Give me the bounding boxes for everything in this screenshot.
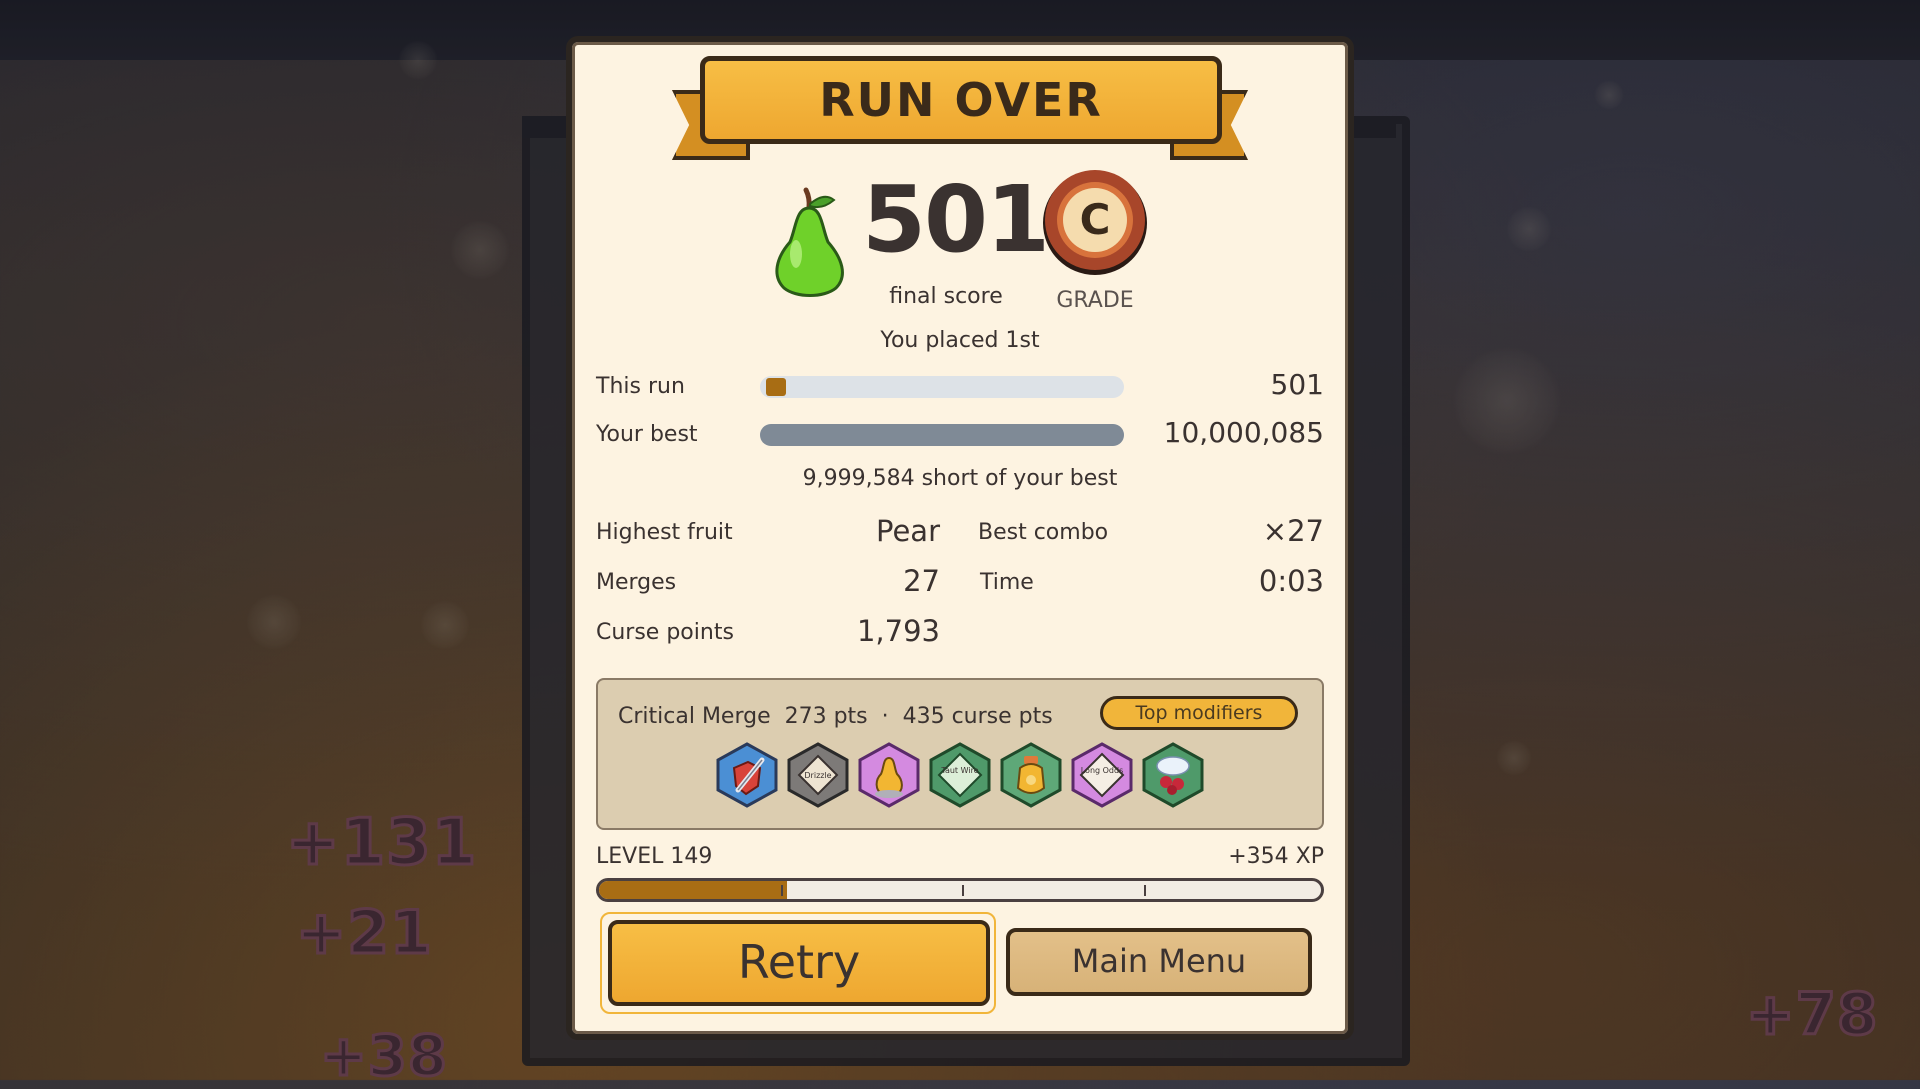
grade-letter: C	[1080, 195, 1111, 244]
banner-plate: RUN OVER	[700, 56, 1222, 144]
your-best-bar	[760, 424, 1124, 446]
xp-tick	[1144, 885, 1146, 896]
your-best-label: Your best	[596, 422, 698, 447]
level-label: LEVEL 149	[596, 844, 713, 869]
final-score-value: 501	[862, 166, 1050, 273]
curse-points-label: Curse points	[596, 620, 734, 645]
this-run-bar	[760, 376, 1124, 398]
xp-gain: +354 XP	[1228, 844, 1324, 869]
taut-wire-icon-label: Taut Wire	[940, 766, 978, 775]
xp-progress-fill	[599, 881, 787, 899]
final-score-label: final score	[889, 284, 1003, 309]
placement-text: You placed 1st	[880, 328, 1040, 353]
your-best-value: 10,000,085	[1163, 416, 1324, 449]
time-label: Time	[980, 570, 1034, 595]
honey-jar-icon[interactable]	[998, 742, 1064, 808]
highest-fruit-label: Highest fruit	[596, 520, 733, 545]
this-run-bar-fill	[766, 378, 786, 396]
top-modifiers-button[interactable]: Top modifiers	[1100, 696, 1298, 730]
grade-coin-icon: C	[1043, 170, 1147, 275]
retry-button[interactable]: Retry	[608, 920, 990, 1006]
xp-tick	[781, 885, 783, 896]
critical-merge-summary: Critical Merge 273 pts · 435 curse pts	[618, 704, 1053, 729]
long-odds-icon[interactable]: Long Odds	[1069, 742, 1135, 808]
sword-shield-icon[interactable]	[714, 742, 780, 808]
grade-label: GRADE	[1056, 288, 1134, 313]
best-combo-value: ×27	[1262, 514, 1324, 548]
merges-value: 27	[903, 564, 940, 598]
drizzle-icon-label: Drizzle	[804, 771, 831, 780]
xp-progress-bar	[596, 878, 1324, 902]
xp-tick	[962, 885, 964, 896]
time-value: 0:03	[1258, 564, 1324, 598]
drizzle-icon[interactable]: Drizzle	[785, 742, 851, 808]
this-run-value: 501	[1270, 368, 1324, 401]
your-best-bar-fill	[760, 424, 1124, 446]
merges-label: Merges	[596, 570, 677, 595]
title-banner: RUN OVER	[672, 52, 1248, 162]
best-combo-label: Best combo	[978, 520, 1109, 545]
cherry-cloud-icon[interactable]	[1140, 742, 1206, 808]
panel-title: RUN OVER	[819, 73, 1103, 127]
short-of-best-text: 9,999,584 short of your best	[802, 466, 1118, 491]
golden-pear-icon[interactable]	[856, 742, 922, 808]
this-run-label: This run	[596, 374, 685, 399]
curse-points-value: 1,793	[856, 614, 940, 648]
taut-wire-icon[interactable]: Taut Wire	[927, 742, 993, 808]
highest-fruit-value: Pear	[876, 514, 940, 548]
main-menu-button[interactable]: Main Menu	[1006, 928, 1312, 996]
pear-icon	[775, 187, 844, 297]
long-odds-icon-label: Long Odds	[1081, 766, 1124, 775]
